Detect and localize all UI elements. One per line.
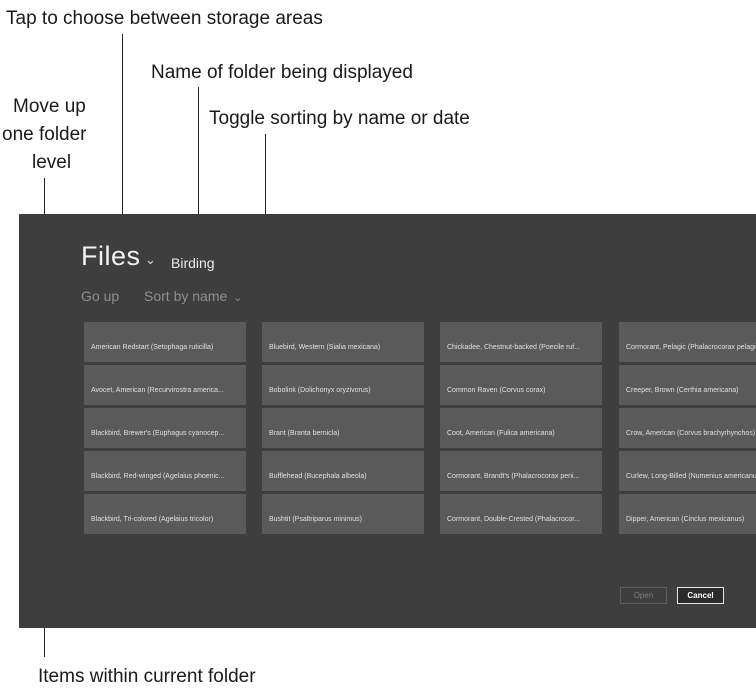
folder-name: Birding — [171, 255, 215, 271]
go-up-button[interactable]: Go up — [81, 288, 119, 304]
list-item[interactable]: Blackbird, Red-winged (Agelaius phoenic.… — [84, 451, 246, 491]
callout-up-line1: Move up — [13, 96, 86, 117]
list-item[interactable]: Blackbird, Brewer's (Euphagus cyanocep..… — [84, 408, 246, 448]
callout-up-line3: level — [32, 152, 72, 173]
list-item[interactable]: Blackbird, Tri-colored (Agelaius tricolo… — [84, 494, 246, 534]
list-item[interactable]: Bushtit (Psaltriparus minimus) — [262, 494, 424, 534]
list-item[interactable]: Common Raven (Corvus corax) — [440, 365, 602, 405]
list-item[interactable]: Creeper, Brown (Certhia americana) — [619, 365, 756, 405]
list-item[interactable]: Coot, American (Fulica americana) — [440, 408, 602, 448]
list-item[interactable]: Crow, American (Corvus brachyrhynchos) — [619, 408, 756, 448]
list-item[interactable]: Brant (Branta bernicla) — [262, 408, 424, 448]
callout-sort-toggle: Toggle sorting by name or date — [209, 108, 470, 129]
open-button[interactable]: Open — [620, 587, 667, 604]
list-item[interactable]: American Redstart (Setophaga ruticilla) — [84, 322, 246, 362]
leader-storage-vertical — [122, 34, 123, 241]
cancel-button[interactable]: Cancel — [677, 587, 724, 604]
file-picker-panel: Files ⌄ Birding Go up Sort by name ⌄ Amer… — [19, 214, 756, 628]
chevron-down-icon[interactable]: ⌄ — [145, 252, 156, 268]
list-item[interactable]: Curlew, Long-Billed (Numenius americanus… — [619, 451, 756, 491]
list-item[interactable]: Cormorant, Brandt's (Phalacrocorax peni.… — [440, 451, 602, 491]
callout-up-line2: one folder — [2, 124, 87, 145]
sort-toggle[interactable]: Sort by name ⌄ — [144, 288, 242, 304]
callout-items: Items within current folder — [38, 666, 256, 687]
list-item[interactable]: Bobolink (Dolichonyx oryzivorus) — [262, 365, 424, 405]
list-item[interactable]: Bluebird, Western (Sialia mexicana) — [262, 322, 424, 362]
callout-storage-areas: Tap to choose between storage areas — [6, 8, 323, 29]
callout-folder-name: Name of folder being displayed — [151, 62, 413, 83]
list-item[interactable]: Avocet, American (Recurvirostra america.… — [84, 365, 246, 405]
list-item[interactable]: Chickadee, Chestnut-backed (Poecile ruf.… — [440, 322, 602, 362]
chevron-down-icon: ⌄ — [233, 292, 243, 304]
page-title: Files — [81, 241, 141, 271]
list-item[interactable]: Dipper, American (Cinclus mexicanus) — [619, 494, 756, 534]
list-item[interactable]: Bufflehead (Bucephala albeola) — [262, 451, 424, 491]
sort-label: Sort by name — [144, 288, 228, 304]
list-item[interactable]: Cormorant, Pelagic (Phalacrocorax pelagi… — [619, 322, 756, 362]
list-item[interactable]: Cormorant, Double-Crested (Phalacrocor..… — [440, 494, 602, 534]
